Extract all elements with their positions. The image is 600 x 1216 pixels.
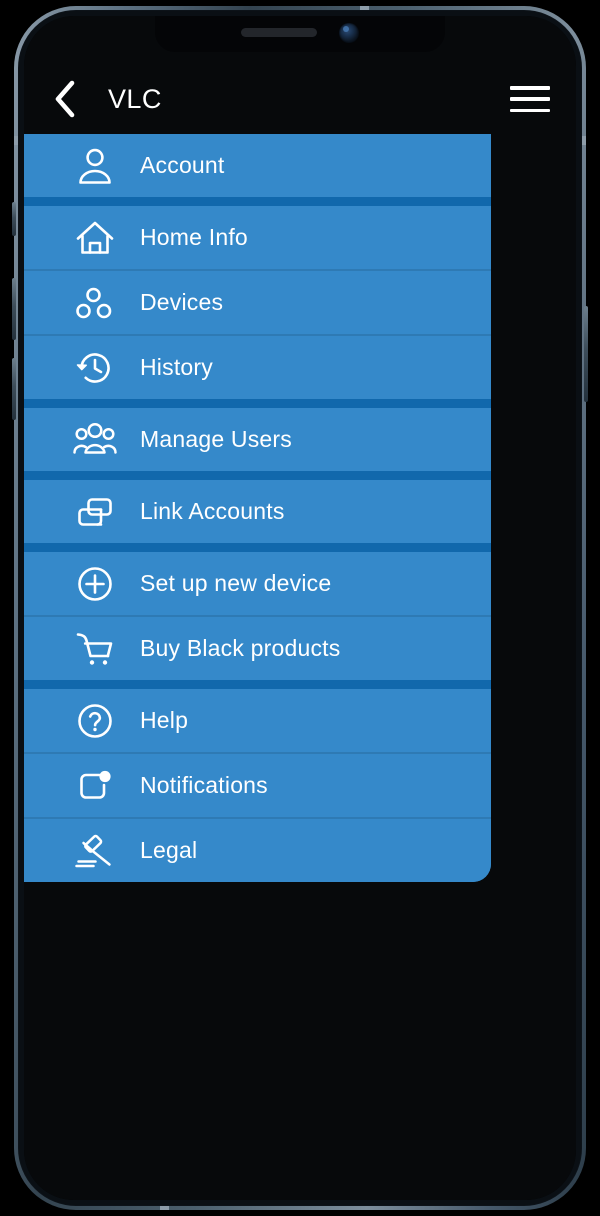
person-icon — [72, 143, 118, 189]
hamburger-line-top — [510, 86, 550, 90]
earpiece-speaker-icon — [241, 28, 317, 37]
drawer-item-label: Set up new device — [140, 570, 332, 596]
hamburger-line-middle — [510, 97, 550, 101]
chevron-left-icon — [53, 80, 77, 118]
drawer-separator-thick — [24, 680, 491, 689]
gavel-icon — [72, 828, 118, 874]
phone-screen: VLC Account Home Info Devices History Ma… — [24, 16, 576, 1200]
drawer-item-manage-users[interactable]: Manage Users — [24, 408, 491, 471]
drawer-item-set-up-new-device[interactable]: Set up new device — [24, 552, 491, 615]
link-frames-icon — [72, 489, 118, 535]
front-camera-icon — [339, 22, 359, 43]
drawer-item-label: Help — [140, 707, 189, 733]
drawer-item-label: Home Info — [140, 224, 248, 250]
volume-down-button[interactable] — [12, 358, 16, 420]
house-icon — [72, 215, 118, 261]
drawer-item-label: Link Accounts — [140, 498, 285, 524]
drawer-separator-thick — [24, 197, 491, 206]
notification-badge-icon — [72, 763, 118, 809]
drawer-item-devices[interactable]: Devices — [24, 271, 491, 334]
hamburger-line-bottom — [510, 108, 550, 112]
drawer-item-label: Notifications — [140, 772, 268, 798]
drawer-item-history[interactable]: History — [24, 336, 491, 399]
drawer-item-home-info[interactable]: Home Info — [24, 206, 491, 269]
drawer-item-help[interactable]: Help — [24, 689, 491, 752]
notch — [155, 16, 445, 52]
drawer-item-account[interactable]: Account — [24, 134, 491, 197]
page-title: VLC — [108, 83, 162, 114]
drawer-item-legal[interactable]: Legal — [24, 819, 491, 882]
drawer-separator-thick — [24, 543, 491, 552]
clock-history-icon — [72, 345, 118, 391]
drawer-separator-thick — [24, 471, 491, 480]
drawer-separator-thick — [24, 399, 491, 408]
volume-up-button[interactable] — [12, 278, 16, 340]
phone-frame: VLC Account Home Info Devices History Ma… — [12, 6, 588, 1210]
devices-dots-icon — [72, 280, 118, 326]
hamburger-menu-button[interactable] — [510, 82, 552, 116]
drawer-item-label: History — [140, 354, 213, 380]
drawer-menu: Account Home Info Devices History Manage… — [24, 134, 491, 882]
drawer-item-label: Manage Users — [140, 426, 292, 452]
drawer-item-label: Legal — [140, 837, 198, 863]
drawer-item-label: Buy Black products — [140, 635, 341, 661]
plus-circle-icon — [72, 561, 118, 607]
question-circle-icon — [72, 698, 118, 744]
power-button[interactable] — [584, 306, 588, 402]
antenna-band-right — [582, 136, 586, 145]
shopping-cart-icon — [72, 626, 118, 672]
mute-switch[interactable] — [12, 202, 16, 236]
drawer-item-label: Devices — [140, 289, 224, 315]
drawer-item-label: Account — [140, 152, 225, 178]
back-button[interactable] — [44, 78, 86, 120]
drawer-item-notifications[interactable]: Notifications — [24, 754, 491, 817]
drawer-item-buy-black-products[interactable]: Buy Black products — [24, 617, 491, 680]
app-header: VLC — [24, 62, 576, 136]
app-container: VLC Account Home Info Devices History Ma… — [24, 16, 576, 1200]
people-group-icon — [72, 417, 118, 463]
drawer-item-link-accounts[interactable]: Link Accounts — [24, 480, 491, 543]
